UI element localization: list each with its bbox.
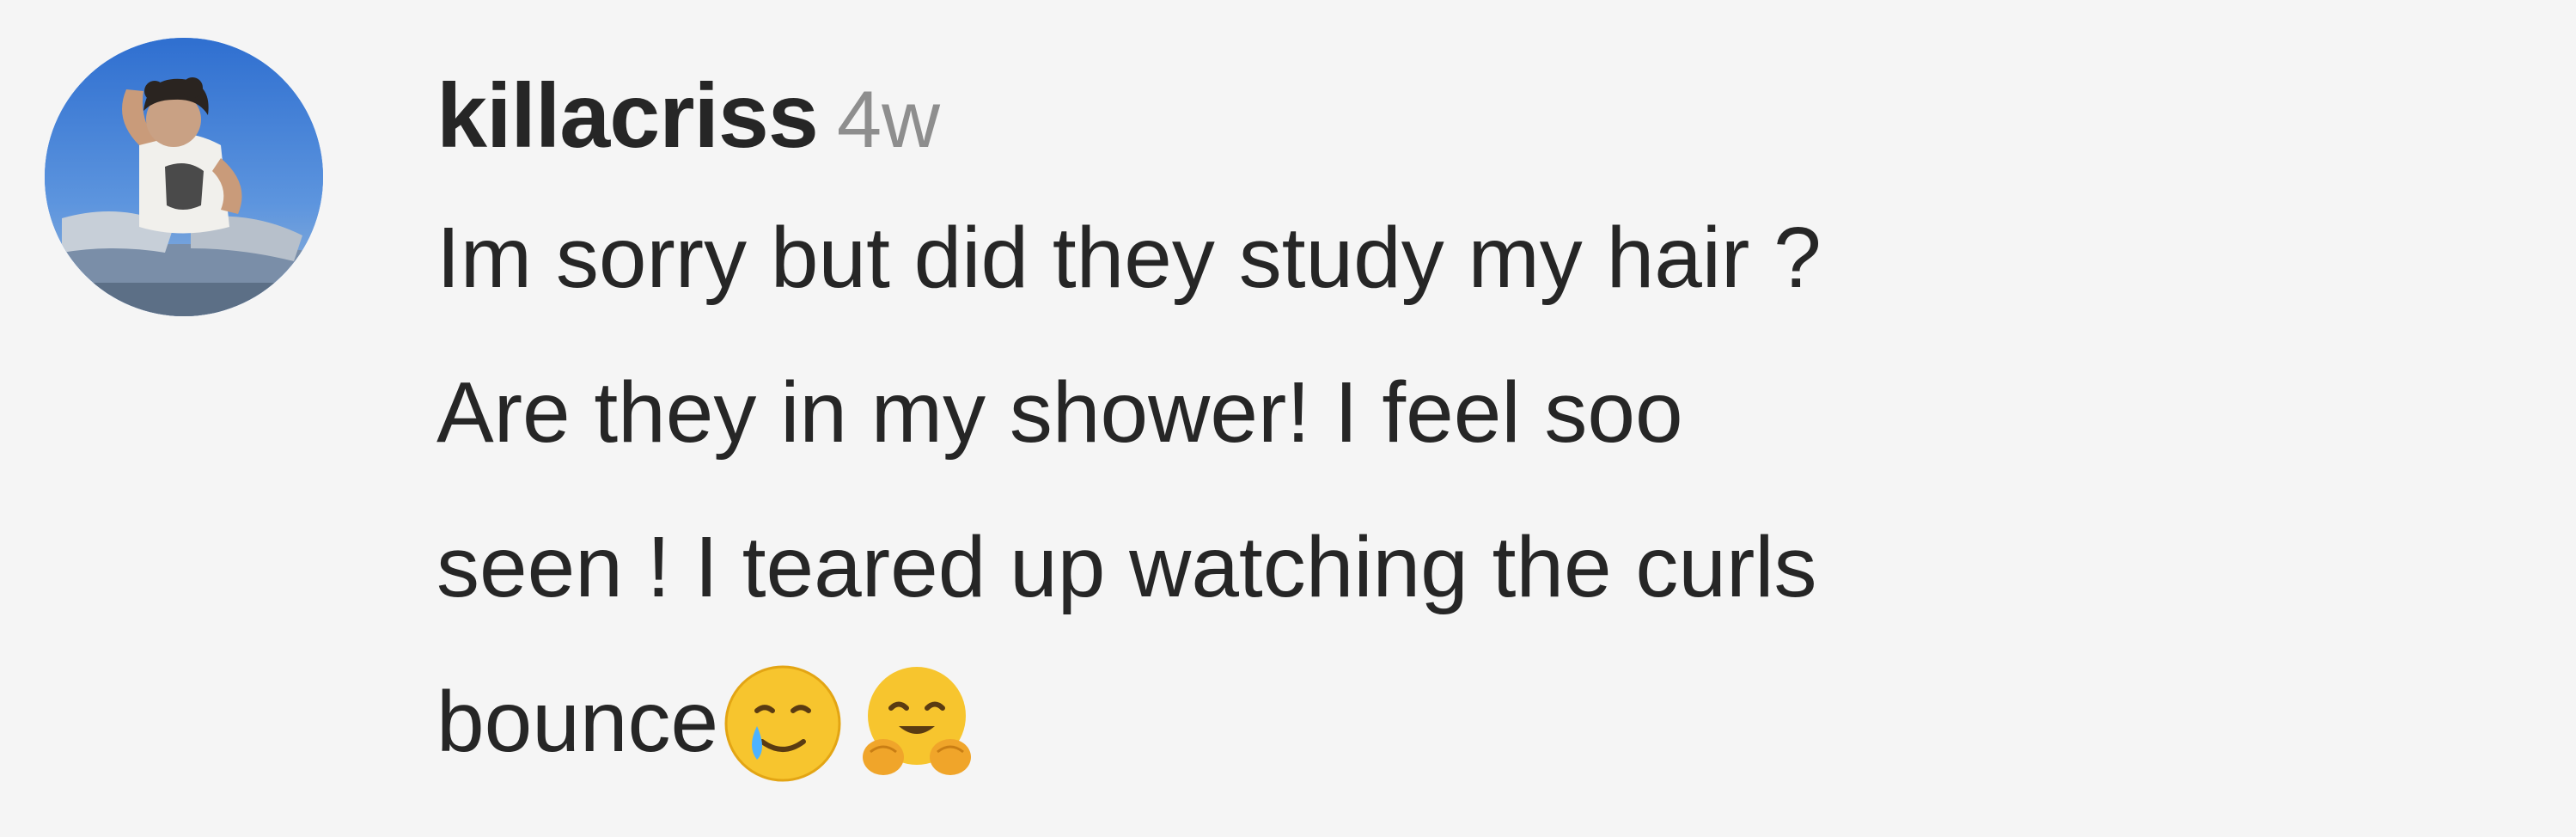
smiling-face-with-tear-icon: [718, 659, 847, 788]
comment-text-line: seen ! I teared up watching the curls: [436, 519, 1817, 615]
username-link[interactable]: killacriss: [436, 65, 819, 167]
comment-text-line: Are they in my shower! I feel soo: [436, 364, 1683, 461]
comment-text-last-line: bounce: [436, 645, 2533, 799]
hugging-face-icon: [852, 659, 981, 788]
avatar-photo: [45, 38, 323, 316]
comment-timestamp[interactable]: 4w: [837, 74, 940, 164]
comment-text-line: bounce: [436, 674, 719, 770]
comment-header: killacriss 4w: [436, 52, 2533, 180]
comment-body: killacriss 4w Im sorry but did they study…: [436, 52, 2533, 799]
comment: killacriss 4w Im sorry but did they study…: [0, 0, 2576, 837]
avatar[interactable]: [45, 38, 323, 316]
comment-text-line: Im sorry but did they study my hair ?: [436, 210, 1822, 306]
